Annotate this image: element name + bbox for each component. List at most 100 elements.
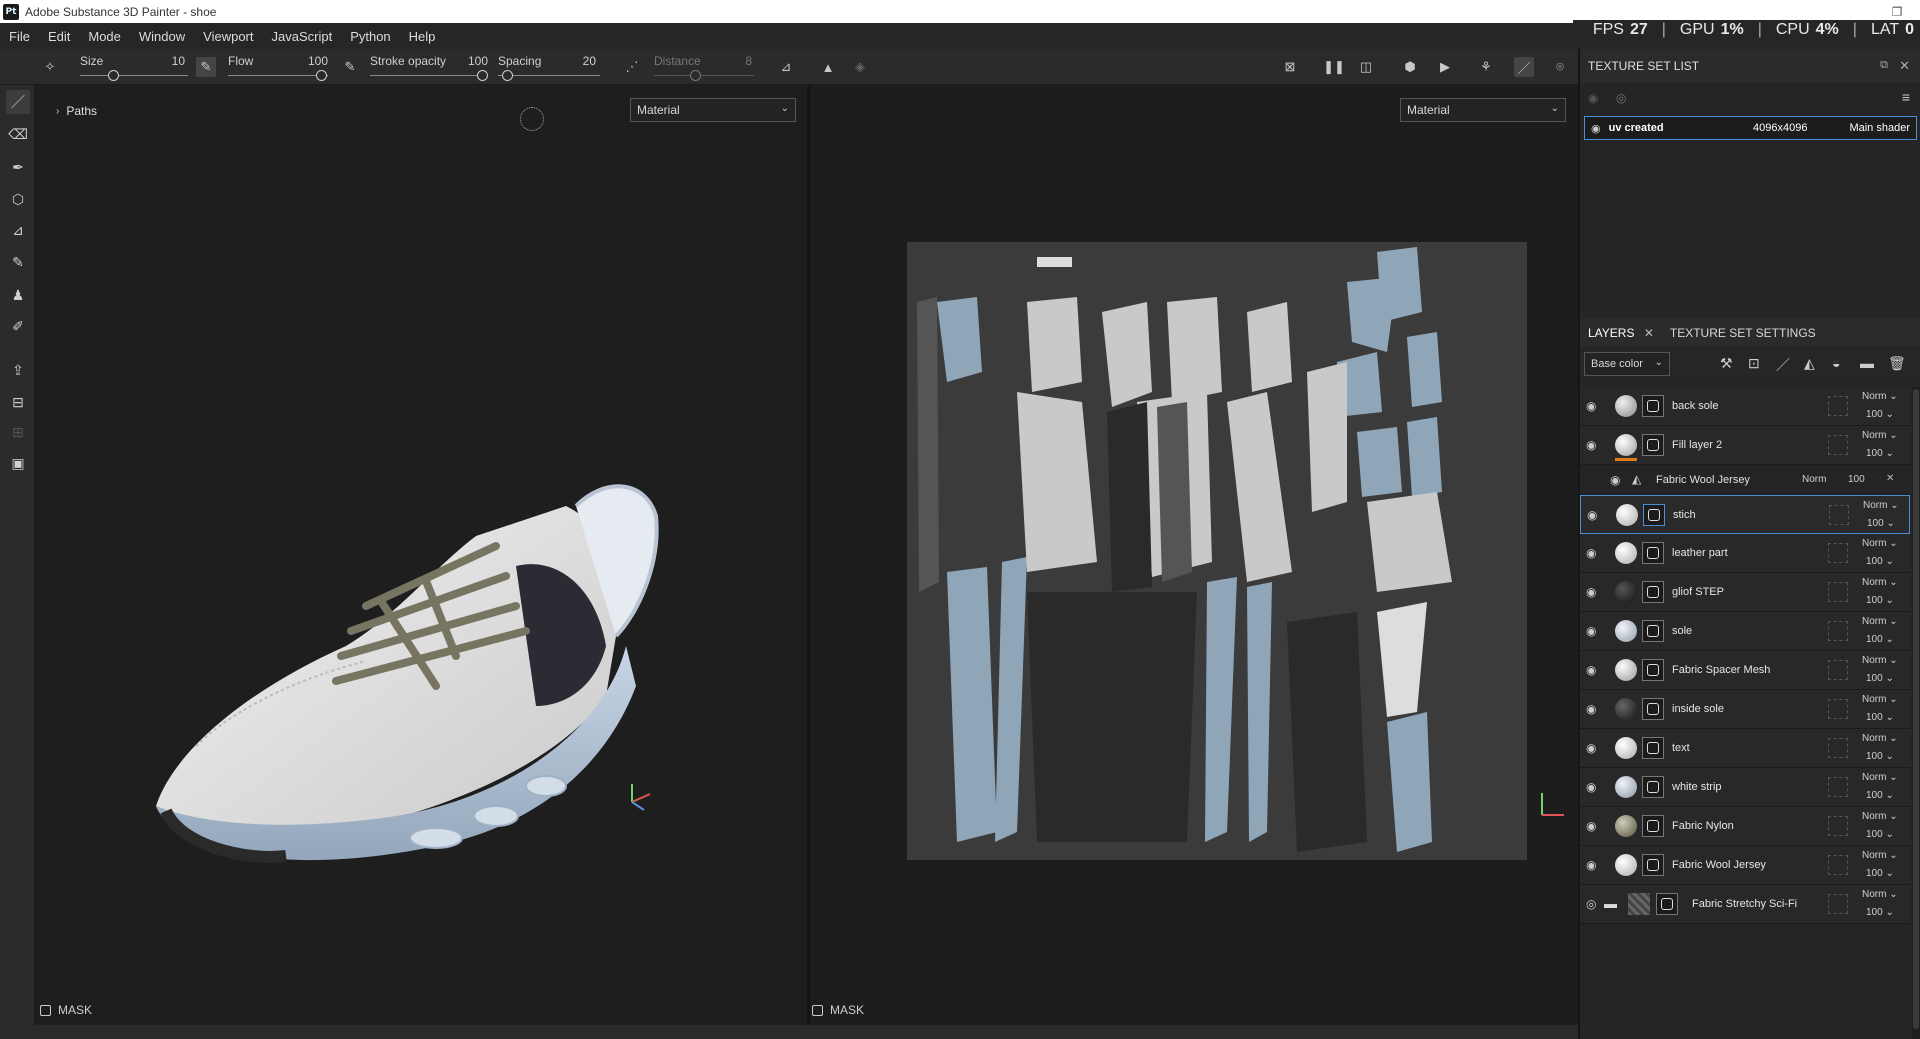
blend-mode[interactable]: Norm ⌄ (1862, 772, 1898, 783)
distance-slider-handle[interactable] (690, 70, 701, 81)
add-smart-material-icon[interactable]: ◒ (1832, 355, 1840, 371)
layer-name[interactable]: text (1672, 742, 1690, 754)
layer-name[interactable]: gliof STEP (1672, 586, 1724, 598)
symmetry-settings-icon[interactable]: ◈ (850, 57, 870, 77)
layer-row[interactable]: ◉ stich Norm ⌄ 100 ⌄ (1580, 495, 1910, 534)
material-dropdown-3d[interactable]: Material ⌄ (630, 98, 796, 122)
blend-mode[interactable]: Norm ⌄ (1862, 391, 1898, 402)
layer-row[interactable]: ◉ Fill layer 2 Norm ⌄ 100 ⌄ (1580, 426, 1910, 465)
add-paint-layer-icon[interactable]: ／ (1776, 355, 1790, 375)
layer-opacity[interactable]: 100 ⌄ (1866, 751, 1894, 762)
blend-mode[interactable]: Norm ⌄ (1863, 500, 1899, 511)
shoe-model[interactable] (136, 386, 696, 926)
layer-opacity[interactable]: 100 ⌄ (1866, 790, 1894, 801)
paths-toggle[interactable]: › Paths (56, 104, 97, 118)
mask-thumbnail[interactable] (1642, 737, 1664, 759)
hide-all-icon[interactable]: ◉ (1588, 91, 1598, 105)
blend-mode[interactable]: Norm ⌄ (1862, 733, 1898, 744)
layer-row[interactable]: ◉ text Norm ⌄ 100 ⌄ (1580, 729, 1910, 768)
layer-opacity[interactable]: 100 ⌄ (1866, 634, 1894, 645)
delete-layer-icon[interactable]: 🗑 (1888, 355, 1906, 372)
mask-thumbnail[interactable] (1642, 815, 1664, 837)
blend-mode[interactable]: Norm ⌄ (1862, 889, 1898, 900)
channel-dropdown[interactable]: Base color ⌄ (1584, 352, 1670, 376)
size-slider-handle[interactable] (108, 70, 119, 81)
distance-value[interactable]: 8 (738, 54, 752, 68)
size-slider[interactable] (80, 75, 188, 76)
smudge-icon[interactable]: ✎ (6, 250, 30, 274)
menu-mode[interactable]: Mode (79, 29, 130, 44)
menu-viewport[interactable]: Viewport (194, 29, 262, 44)
cube-view-icon[interactable]: ⬢ (1400, 57, 1420, 77)
tab-texture-set-settings[interactable]: TEXTURE SET SETTINGS (1662, 326, 1824, 340)
mask-thumbnail[interactable] (1642, 434, 1664, 456)
export-icon[interactable]: ▣ (6, 451, 30, 475)
uv-texture-sheet[interactable] (907, 242, 1527, 860)
layer-list-scrollbar[interactable] (1912, 387, 1920, 1039)
flow-slider[interactable] (228, 75, 328, 76)
mask-thumbnail[interactable] (1642, 581, 1664, 603)
symmetry-icon[interactable]: ▲ (818, 57, 838, 77)
pause-icon[interactable]: ❚❚ (1323, 57, 1345, 77)
layer-row[interactable]: ◉ gliof STEP Norm ⌄ 100 ⌄ (1580, 573, 1910, 612)
effect-name[interactable]: Fabric Wool Jersey (1656, 474, 1750, 486)
viewport-3d[interactable]: › Paths Material ⌄ MASK (36, 86, 808, 1025)
eye-icon[interactable]: ◉ (1587, 508, 1597, 522)
eye-icon[interactable]: ◉ (1586, 819, 1596, 833)
layer-row[interactable]: ◉ leather part Norm ⌄ 100 ⌄ (1580, 534, 1910, 573)
mask-toggle-2d[interactable]: MASK (812, 1003, 864, 1017)
color-picker-icon[interactable]: ✐ (6, 314, 30, 338)
layer-row[interactable]: ◉ Fabric Nylon Norm ⌄ 100 ⌄ (1580, 807, 1910, 846)
material-dropdown-2d[interactable]: Material ⌄ (1400, 98, 1566, 122)
eye-icon[interactable]: ◉ (1586, 624, 1596, 638)
layer-opacity[interactable]: 100 ⌄ (1866, 829, 1894, 840)
layer-opacity[interactable]: 100 ⌄ (1866, 868, 1894, 879)
stroke-opacity-slider-handle[interactable] (477, 70, 488, 81)
layer-opacity[interactable]: 100 (1848, 474, 1865, 485)
layer-name[interactable]: Fabric Stretchy Sci-Fi (1692, 898, 1797, 910)
add-effect-icon[interactable]: ⚒ (1720, 355, 1733, 372)
layer-row[interactable]: ◉ Fabric Wool Jersey Norm ⌄ 100 ⌄ (1580, 846, 1910, 885)
blend-mode[interactable]: Norm ⌄ (1862, 577, 1898, 588)
eraser-icon[interactable]: ⌫ (6, 122, 30, 146)
add-fill-layer-icon[interactable]: ◭ (1804, 355, 1815, 372)
paint-brush-icon[interactable]: ／ (6, 90, 30, 114)
mask-thumbnail[interactable] (1656, 893, 1678, 915)
blend-mode[interactable]: Norm ⌄ (1862, 655, 1898, 666)
polygon-fill-icon[interactable]: ⬡ (6, 187, 30, 211)
eye-icon[interactable]: ◉ (1586, 546, 1596, 560)
flow-value[interactable]: 100 (300, 54, 328, 68)
stroke-opacity-slider[interactable] (370, 75, 488, 76)
mask-thumbnail[interactable] (1643, 504, 1665, 526)
layer-name[interactable]: inside sole (1672, 703, 1724, 715)
spacing-slider-handle[interactable] (502, 70, 513, 81)
blend-mode[interactable]: Norm ⌄ (1862, 616, 1898, 627)
menu-edit[interactable]: Edit (39, 29, 79, 44)
eye-icon[interactable]: ◉ (1591, 122, 1601, 135)
mask-thumbnail[interactable] (1642, 620, 1664, 642)
layer-opacity[interactable]: 100 ⌄ (1866, 448, 1894, 459)
mask-thumbnail[interactable] (1642, 698, 1664, 720)
measure-icon[interactable]: ⊟ (6, 390, 30, 414)
menu-javascript[interactable]: JavaScript (262, 29, 341, 44)
texture-set-shader[interactable]: Main shader (1849, 122, 1910, 134)
bake-icon[interactable]: ⇪ (6, 358, 30, 382)
size-pen-pressure-icon[interactable]: ✎ (196, 57, 216, 77)
add-folder-icon[interactable]: ▬ (1860, 355, 1874, 371)
layer-name[interactable]: sole (1672, 625, 1692, 637)
mask-thumbnail[interactable] (1642, 854, 1664, 876)
add-mask-icon[interactable]: ⊡ (1748, 355, 1760, 372)
float-panel-icon[interactable]: ⧉ (1880, 59, 1888, 72)
eye-icon[interactable]: ◉ (1586, 741, 1596, 755)
eye-icon[interactable]: ◉ (1610, 473, 1620, 487)
menu-window[interactable]: Window (130, 29, 194, 44)
layer-opacity[interactable]: 100 ⌄ (1866, 595, 1894, 606)
layer-opacity[interactable]: 100 ⌄ (1866, 907, 1894, 918)
eye-icon[interactable]: ◉ (1586, 702, 1596, 716)
screenshot-icon[interactable]: ⌾ (1550, 57, 1570, 77)
flow-slider-handle[interactable] (316, 70, 327, 81)
layer-opacity[interactable]: 100 ⌄ (1866, 556, 1894, 567)
render-icon[interactable]: ⚘ (1476, 57, 1496, 77)
scrollbar-thumb[interactable] (1913, 389, 1919, 1029)
layer-name[interactable]: Fabric Wool Jersey (1672, 859, 1766, 871)
